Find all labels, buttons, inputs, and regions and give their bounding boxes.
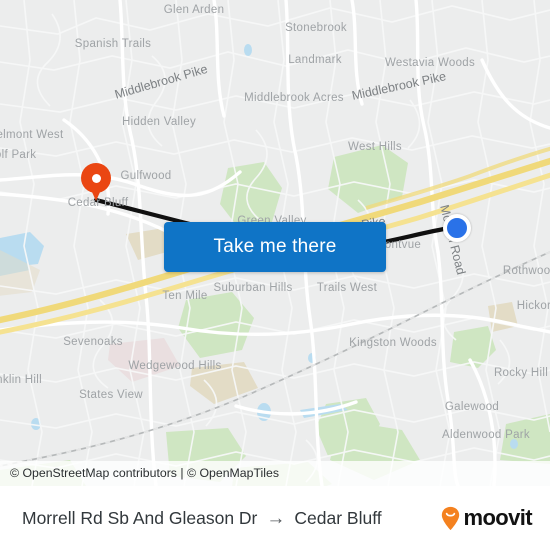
destination-marker[interactable]	[443, 214, 471, 242]
route-destination-label: Cedar Bluff	[294, 507, 382, 528]
moovit-wordmark: moovit	[463, 505, 532, 530]
route-summary: Morrell Rd Sb And Gleason Dr → Cedar Blu…	[22, 508, 382, 529]
route-footer: Morrell Rd Sb And Gleason Dr → Cedar Blu…	[0, 486, 550, 550]
moovit-route-card: Glen Arden Stonebrook Spanish Trails Landma…	[0, 0, 550, 550]
arrow-right-icon: →	[266, 507, 286, 529]
take-me-there-button[interactable]: Take me there	[164, 222, 386, 272]
moovit-logo[interactable]: moovit	[440, 505, 533, 531]
origin-marker[interactable]	[81, 163, 111, 205]
route-origin-label: Morrell Rd Sb And Gleason Dr	[22, 507, 258, 528]
origin-marker-hole	[91, 174, 101, 183]
map-canvas[interactable]: Glen Arden Stonebrook Spanish Trails Landma…	[0, 0, 550, 486]
moovit-pin-icon	[442, 506, 460, 530]
map-attribution[interactable]: © OpenStreetMap contributors | © OpenMap…	[0, 461, 550, 486]
